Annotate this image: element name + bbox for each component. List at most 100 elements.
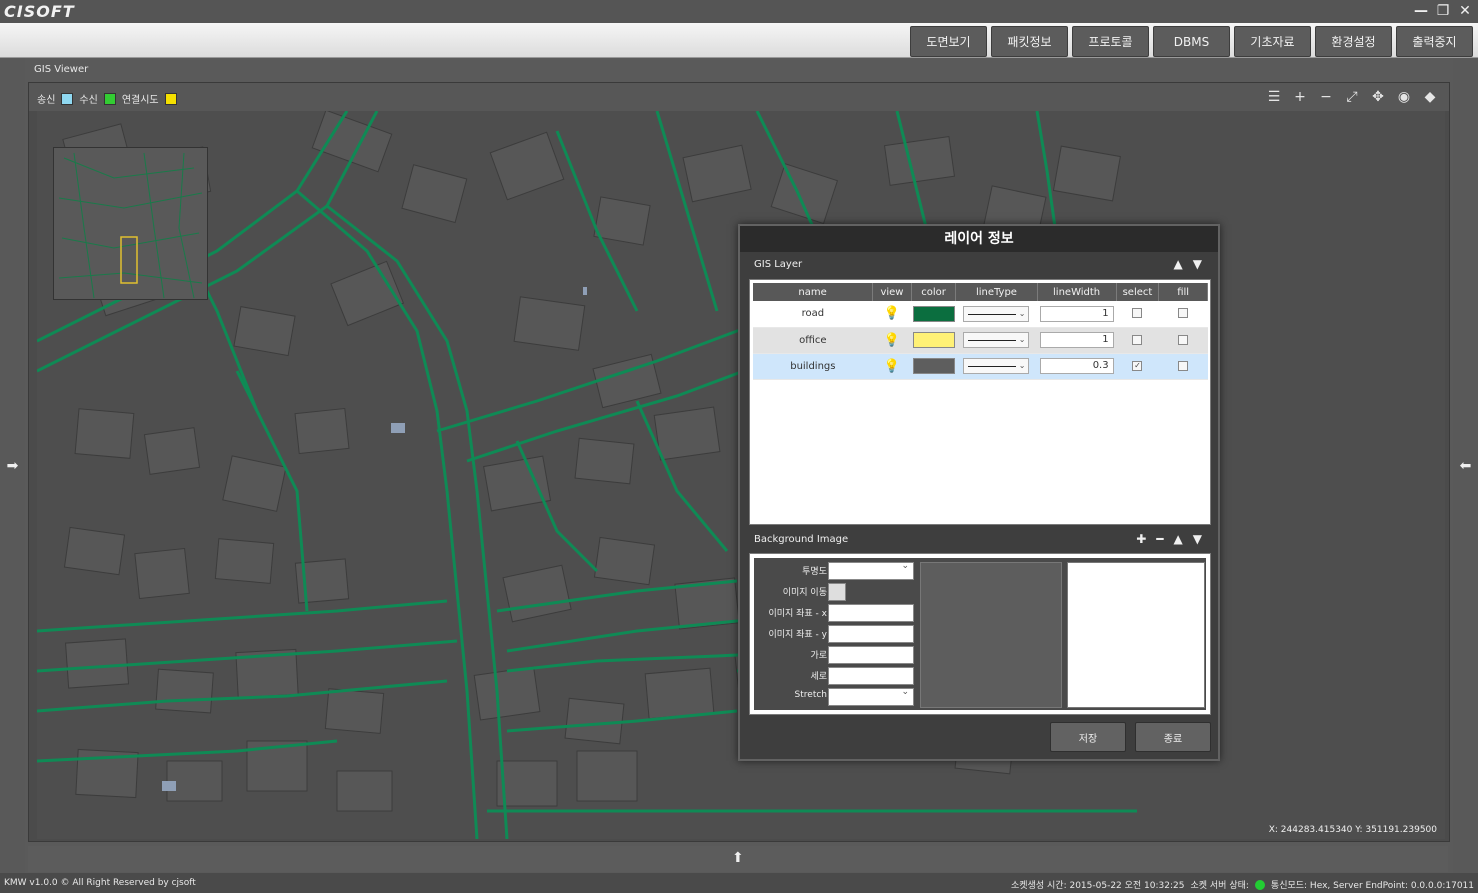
background-image-preview: [1067, 562, 1205, 708]
bg-field-row: 이미지 좌표 - x: [754, 604, 919, 622]
lightbulb-icon[interactable]: 💡: [884, 333, 900, 348]
close-icon[interactable]: ✕: [1458, 2, 1472, 20]
select-cell[interactable]: [1116, 301, 1159, 328]
select-checkbox[interactable]: ✓: [1132, 360, 1143, 371]
minimap[interactable]: [53, 147, 208, 300]
menu-settings-button[interactable]: 환경설정: [1315, 26, 1392, 57]
move-down-icon[interactable]: ▼: [1193, 257, 1202, 271]
line-type-select[interactable]: ⌄: [963, 305, 1030, 322]
save-button[interactable]: 저장: [1050, 722, 1126, 752]
right-side-panel[interactable]: ⬅: [1453, 58, 1478, 873]
arrow-up-icon[interactable]: ⬆: [732, 850, 744, 866]
bg-field-row: 세로: [754, 667, 919, 685]
column-header-name[interactable]: name: [753, 283, 874, 301]
fit-extent-icon[interactable]: ⤢: [1343, 88, 1361, 106]
line-type-cell[interactable]: ⌄: [955, 301, 1038, 328]
color-swatch[interactable]: [912, 305, 955, 322]
target-icon[interactable]: ◉: [1395, 88, 1413, 106]
column-header-view[interactable]: view: [872, 283, 912, 301]
table-header-row: name view color lineType lineWidth select fill: [753, 283, 1208, 301]
bg-select[interactable]: [828, 687, 914, 706]
background-image-form: 투명도이미지 이동이미지 좌표 - x 이미지 좌표 - y 가로세로 Stretch: [754, 558, 1206, 710]
menu-base-data-button[interactable]: 기초자료: [1234, 26, 1311, 57]
fill-checkbox[interactable]: [1178, 308, 1189, 319]
bottom-panel-bar[interactable]: ⬆: [28, 846, 1448, 872]
select-cell[interactable]: ✓: [1116, 353, 1159, 380]
move-up-icon[interactable]: ▲: [1174, 257, 1183, 271]
color-swatch[interactable]: [912, 332, 955, 348]
line-width-cell[interactable]: 0.3: [1037, 353, 1117, 380]
lightbulb-icon[interactable]: 💡: [884, 306, 900, 321]
close-button[interactable]: 종료: [1135, 722, 1211, 752]
column-header-color[interactable]: color: [911, 283, 957, 301]
line-type-select[interactable]: ⌄: [963, 332, 1030, 348]
legend: 송신 수신 연결시도: [37, 91, 177, 106]
fill-cell[interactable]: [1158, 327, 1208, 354]
select-checkbox[interactable]: [1132, 308, 1143, 319]
color-swatch[interactable]: [912, 358, 955, 374]
layer-color-cell[interactable]: [911, 301, 956, 328]
layers-icon[interactable]: ☰: [1265, 88, 1283, 106]
menu-drawing-view-button[interactable]: 도면보기: [910, 26, 987, 57]
column-header-select[interactable]: select: [1116, 283, 1160, 301]
column-header-linewidth[interactable]: lineWidth: [1037, 283, 1117, 301]
legend-send-swatch: [61, 92, 74, 105]
pan-icon[interactable]: ✥: [1369, 88, 1387, 106]
column-header-linetype[interactable]: lineType: [955, 283, 1038, 301]
table-row[interactable]: road 💡 ⌄ 1: [753, 301, 1208, 328]
chevron-down-icon: ⌄: [1018, 335, 1026, 344]
menu-dbms-button[interactable]: DBMS: [1153, 26, 1230, 57]
select-checkbox[interactable]: [1132, 334, 1143, 345]
line-width-input[interactable]: 1: [1039, 305, 1114, 322]
gis-layer-table-panel: name view color lineType lineWidth select fill…: [749, 279, 1211, 525]
layer-color-cell[interactable]: [911, 327, 956, 354]
line-width-cell[interactable]: 1: [1037, 301, 1117, 328]
zoom-in-icon[interactable]: +: [1291, 88, 1309, 106]
left-side-panel[interactable]: ➡: [0, 58, 25, 873]
line-width-input[interactable]: 0.3: [1039, 358, 1114, 374]
fill-cell[interactable]: [1158, 301, 1208, 328]
status-info: 소켓생성 시간: 2015-05-22 오전 10:32:25 소켓 서버 상태…: [1011, 878, 1474, 891]
image-move-toggle[interactable]: [828, 583, 846, 601]
fill-checkbox[interactable]: [1178, 334, 1189, 345]
bg-input[interactable]: [828, 667, 914, 685]
menu-stop-output-button[interactable]: 출력중지: [1396, 26, 1473, 57]
line-type-cell[interactable]: ⌄: [955, 327, 1038, 354]
minimize-icon[interactable]: —: [1414, 2, 1428, 20]
background-image-list[interactable]: [920, 562, 1062, 708]
fill-cell[interactable]: [1158, 353, 1208, 380]
legend-bar: 송신 수신 연결시도 ☰ + − ⤢ ✥ ◉ ◆: [29, 83, 1449, 111]
menu-packet-info-button[interactable]: 패킷정보: [991, 26, 1068, 57]
table-row[interactable]: office 💡 ⌄ 1: [753, 327, 1208, 354]
move-down-icon[interactable]: ▼: [1193, 532, 1202, 546]
move-up-icon[interactable]: ▲: [1174, 532, 1183, 546]
layer-color-cell[interactable]: [911, 353, 956, 380]
table-row[interactable]: buildings 💡 ⌄ 0.3 ✓: [753, 353, 1208, 380]
arrow-right-icon[interactable]: ➡: [0, 458, 25, 474]
remove-icon[interactable]: ━: [1156, 532, 1163, 546]
zoom-out-icon[interactable]: −: [1317, 88, 1335, 106]
map-toolbar: ☰ + − ⤢ ✥ ◉ ◆: [1265, 88, 1439, 106]
add-icon[interactable]: ✚: [1136, 532, 1146, 546]
bg-input[interactable]: [828, 604, 914, 622]
view-toggle[interactable]: 💡: [872, 301, 912, 328]
line-type-cell[interactable]: ⌄: [955, 353, 1038, 380]
layer-stack-icon[interactable]: ◆: [1421, 88, 1439, 106]
bg-input[interactable]: [828, 646, 914, 664]
column-header-fill[interactable]: fill: [1158, 283, 1208, 301]
view-toggle[interactable]: 💡: [872, 327, 912, 354]
bg-input[interactable]: [828, 625, 914, 643]
line-type-select[interactable]: ⌄: [963, 358, 1030, 374]
line-width-cell[interactable]: 1: [1037, 327, 1117, 354]
line-width-input[interactable]: 1: [1039, 332, 1114, 348]
legend-receive-swatch: [103, 92, 116, 105]
select-cell[interactable]: [1116, 327, 1159, 354]
arrow-left-icon[interactable]: ⬅: [1453, 458, 1478, 474]
bg-select[interactable]: [828, 561, 914, 580]
view-toggle[interactable]: 💡: [872, 353, 912, 380]
fill-checkbox[interactable]: [1178, 360, 1189, 371]
lightbulb-icon[interactable]: 💡: [884, 359, 900, 374]
restore-icon[interactable]: ❐: [1436, 2, 1450, 20]
menu-protocol-button[interactable]: 프로토콜: [1072, 26, 1149, 57]
legend-send-label: 송신: [37, 95, 56, 106]
